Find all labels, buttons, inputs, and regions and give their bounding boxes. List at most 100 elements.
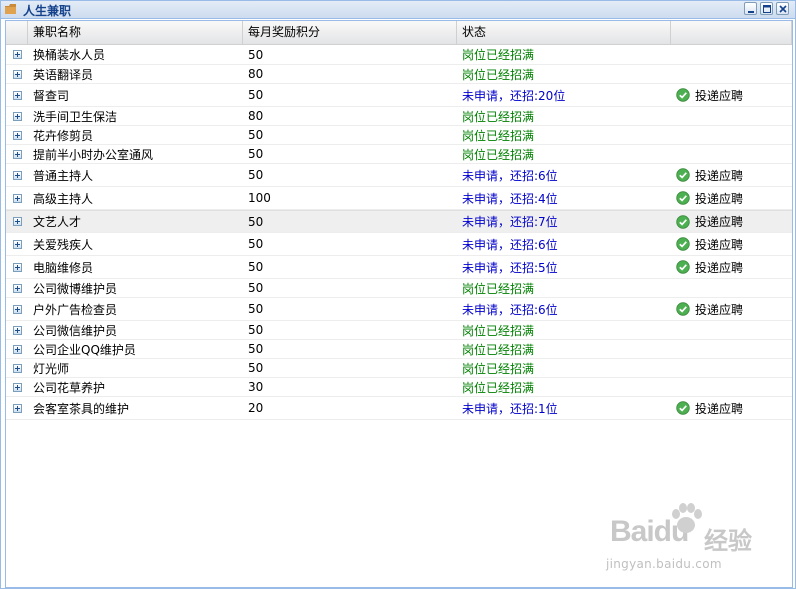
row-expander[interactable] bbox=[6, 340, 28, 358]
table-row[interactable]: 洗手间卫生保洁 80 岗位已经招满 bbox=[6, 107, 792, 126]
apply-label: 投递应聘 bbox=[695, 168, 744, 183]
expand-plus-icon[interactable] bbox=[12, 382, 22, 392]
expand-plus-icon[interactable] bbox=[12, 325, 22, 335]
table-row[interactable]: 督查司 50 未申请，还招:20位 投递应聘 bbox=[6, 84, 792, 107]
window-title: 人生兼职 bbox=[23, 4, 72, 18]
minimize-icon bbox=[748, 11, 754, 13]
expand-plus-icon[interactable] bbox=[12, 50, 22, 59]
row-expander[interactable] bbox=[6, 45, 28, 64]
row-expander[interactable] bbox=[6, 359, 28, 377]
status-cell: 岗位已经招满 bbox=[462, 380, 535, 395]
status-cell: 未申请，还招:4位 bbox=[462, 191, 558, 206]
row-expander[interactable] bbox=[6, 233, 28, 255]
job-name-cell: 普通主持人 bbox=[33, 168, 94, 183]
action-cell: 投递应聘 bbox=[671, 164, 792, 186]
row-expander[interactable] bbox=[6, 211, 28, 232]
apply-label: 投递应聘 bbox=[695, 401, 744, 416]
row-expander[interactable] bbox=[6, 279, 28, 297]
expand-plus-icon[interactable] bbox=[12, 262, 22, 272]
expand-plus-icon[interactable] bbox=[12, 149, 22, 159]
action-cell: 投递应聘 bbox=[671, 397, 792, 419]
expand-plus-icon[interactable] bbox=[12, 363, 22, 373]
check-circle-icon bbox=[676, 214, 690, 229]
table-row[interactable]: 高级主持人 100 未申请，还招:4位 投递应聘 bbox=[6, 187, 792, 210]
row-expander[interactable] bbox=[6, 298, 28, 320]
table-row[interactable]: 公司微信维护员 50 岗位已经招满 bbox=[6, 321, 792, 340]
row-expander[interactable] bbox=[6, 84, 28, 106]
close-icon bbox=[779, 5, 787, 13]
action-cell bbox=[671, 279, 792, 297]
row-expander[interactable] bbox=[6, 378, 28, 396]
apply-button[interactable]: 投递应聘 bbox=[676, 301, 743, 318]
row-expander[interactable] bbox=[6, 126, 28, 144]
baidu-watermark: Baidu 经验 jingyan.baidu.com bbox=[606, 501, 766, 576]
action-cell: 投递应聘 bbox=[671, 233, 792, 255]
expand-plus-icon[interactable] bbox=[12, 90, 22, 100]
table-row[interactable]: 灯光师 50 岗位已经招满 bbox=[6, 359, 792, 378]
table-row[interactable]: 普通主持人 50 未申请，还招:6位 投递应聘 bbox=[6, 164, 792, 187]
points-cell: 30 bbox=[248, 380, 264, 394]
status-cell: 未申请，还招:5位 bbox=[462, 260, 558, 275]
row-expander[interactable] bbox=[6, 187, 28, 209]
row-expander[interactable] bbox=[6, 321, 28, 339]
expand-plus-icon[interactable] bbox=[12, 283, 22, 293]
row-expander[interactable] bbox=[6, 65, 28, 83]
row-expander[interactable] bbox=[6, 256, 28, 278]
header-status[interactable]: 状态 bbox=[457, 21, 671, 44]
row-expander[interactable] bbox=[6, 397, 28, 419]
expand-plus-icon[interactable] bbox=[12, 130, 22, 140]
row-expander[interactable] bbox=[6, 145, 28, 163]
expand-plus-icon[interactable] bbox=[12, 403, 22, 413]
expand-plus-icon[interactable] bbox=[12, 69, 22, 79]
table-row[interactable]: 英语翻译员 80 岗位已经招满 bbox=[6, 65, 792, 84]
points-cell: 80 bbox=[248, 109, 264, 123]
action-cell bbox=[671, 45, 792, 64]
expand-plus-icon[interactable] bbox=[12, 344, 22, 354]
table-row[interactable]: 提前半小时办公室通风 50 岗位已经招满 bbox=[6, 145, 792, 164]
table-row[interactable]: 换桶装水人员 50 岗位已经招满 bbox=[6, 45, 792, 65]
header-expander-cell bbox=[6, 21, 28, 44]
apply-button[interactable]: 投递应聘 bbox=[676, 400, 743, 417]
minimize-button[interactable] bbox=[744, 2, 757, 15]
job-name-cell: 督查司 bbox=[33, 88, 70, 103]
job-name-cell: 公司企业QQ维护员 bbox=[33, 342, 136, 357]
table-row[interactable]: 电脑维修员 50 未申请，还招:5位 投递应聘 bbox=[6, 256, 792, 279]
expand-plus-icon[interactable] bbox=[12, 239, 22, 249]
apply-button[interactable]: 投递应聘 bbox=[676, 167, 743, 184]
check-circle-icon bbox=[676, 237, 690, 251]
table-row[interactable]: 文艺人才 50 未申请，还招:7位 投递应聘 bbox=[6, 210, 792, 233]
expand-plus-icon[interactable] bbox=[12, 111, 22, 121]
apply-label: 投递应聘 bbox=[695, 88, 744, 103]
expand-plus-icon[interactable] bbox=[12, 304, 22, 314]
apply-button[interactable]: 投递应聘 bbox=[676, 87, 743, 104]
table-row[interactable]: 花卉修剪员 50 岗位已经招满 bbox=[6, 126, 792, 145]
status-cell: 未申请，还招:6位 bbox=[462, 302, 558, 317]
app-window: 人生兼职 兼职名称 每月奖励积分 状态 换桶装水人员 50 岗位已经招满 英语翻译员 8… bbox=[0, 0, 796, 589]
table-row[interactable]: 公司微博维护员 50 岗位已经招满 bbox=[6, 279, 792, 298]
check-circle-icon bbox=[676, 401, 690, 415]
apply-button[interactable]: 投递应聘 bbox=[676, 190, 743, 207]
row-expander[interactable] bbox=[6, 107, 28, 125]
maximize-button[interactable] bbox=[760, 2, 773, 15]
table-row[interactable]: 公司花草养护 30 岗位已经招满 bbox=[6, 378, 792, 397]
header-job-name[interactable]: 兼职名称 bbox=[28, 21, 243, 44]
maximize-icon bbox=[763, 5, 771, 13]
close-button[interactable] bbox=[776, 2, 789, 15]
status-cell: 岗位已经招满 bbox=[462, 361, 535, 376]
table-row[interactable]: 会客室茶具的维护 20 未申请，还招:1位 投递应聘 bbox=[6, 397, 792, 420]
header-points[interactable]: 每月奖励积分 bbox=[243, 21, 457, 44]
expand-plus-icon[interactable] bbox=[12, 193, 22, 203]
table-row[interactable]: 户外广告检查员 50 未申请，还招:6位 投递应聘 bbox=[6, 298, 792, 321]
check-circle-icon bbox=[676, 260, 690, 274]
points-cell: 50 bbox=[248, 147, 264, 161]
row-expander[interactable] bbox=[6, 164, 28, 186]
table-row[interactable]: 关爱残疾人 50 未申请，还招:6位 投递应聘 bbox=[6, 233, 792, 256]
table-row[interactable]: 公司企业QQ维护员 50 岗位已经招满 bbox=[6, 340, 792, 359]
expand-plus-icon[interactable] bbox=[12, 217, 22, 226]
apply-button[interactable]: 投递应聘 bbox=[676, 259, 743, 276]
job-name-cell: 洗手间卫生保洁 bbox=[33, 109, 118, 124]
apply-button[interactable]: 投递应聘 bbox=[676, 236, 743, 253]
points-cell: 20 bbox=[248, 401, 264, 415]
apply-button[interactable]: 投递应聘 bbox=[676, 213, 743, 230]
expand-plus-icon[interactable] bbox=[12, 170, 22, 180]
